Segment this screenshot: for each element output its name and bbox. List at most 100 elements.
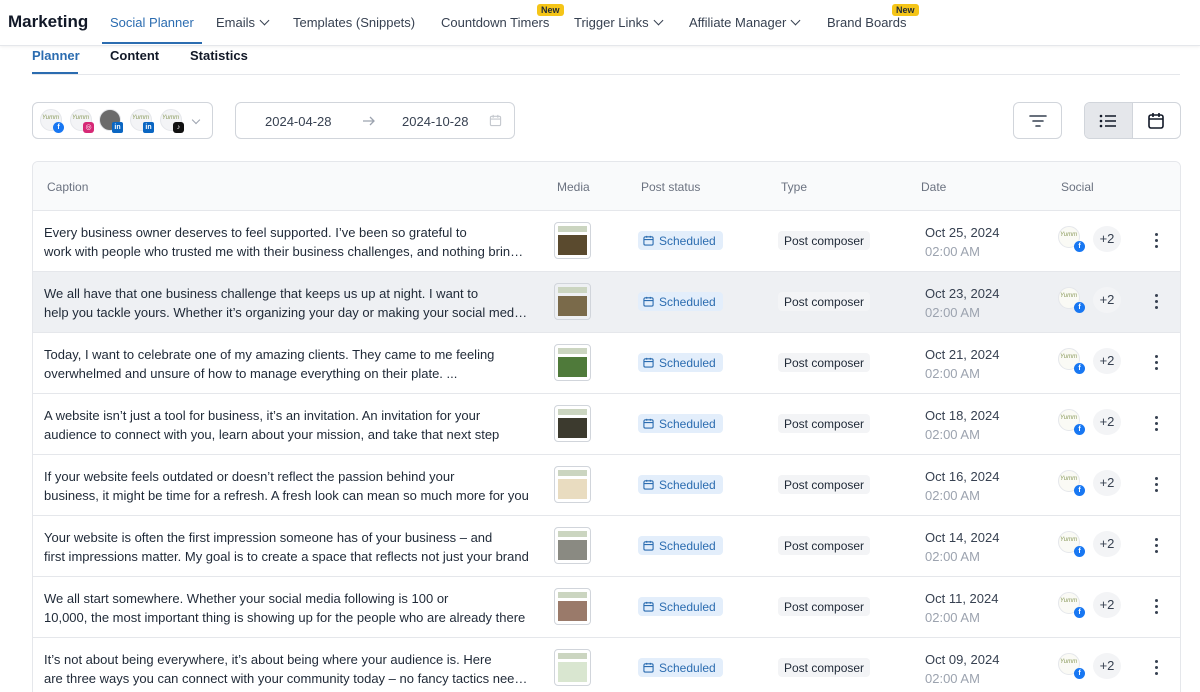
table-row[interactable]: A website isn’t just a tool for business… (33, 394, 1180, 455)
more-accounts-badge[interactable]: +2 (1093, 653, 1121, 679)
media-thumbnail[interactable] (554, 527, 591, 564)
chevron-down-icon (790, 15, 801, 26)
account-avatar: Yumm in (130, 109, 154, 133)
post-date: Oct 14, 2024 02:00 AM (925, 528, 999, 566)
posts-table: Caption Media Post status Type Date Soci… (32, 161, 1181, 692)
more-accounts-badge[interactable]: +2 (1093, 470, 1121, 496)
linkedin-icon: in (112, 122, 123, 133)
media-thumbnail[interactable] (554, 283, 591, 320)
facebook-icon: f (1074, 363, 1085, 374)
view-toggle (1084, 102, 1181, 139)
table-row[interactable]: We all start somewhere. Whether your soc… (33, 577, 1180, 638)
type-badge: Post composer (778, 536, 871, 555)
thumbnail-header (558, 592, 587, 598)
type-badge: Post composer (778, 414, 871, 433)
more-accounts-badge[interactable]: +2 (1093, 348, 1121, 374)
caption-line: overwhelmed and unsure of how to manage … (44, 366, 458, 381)
account-picker[interactable]: Yumm f Yumm ◎ in Yumm in Yumm ♪ (32, 102, 213, 139)
nav-trigger-links[interactable]: Trigger Links (574, 15, 664, 30)
calendar-view-button[interactable] (1133, 103, 1181, 138)
table-row[interactable]: It’s not about being everywhere, it’s ab… (33, 638, 1180, 692)
time-value: 02:00 AM (925, 610, 980, 625)
calendar-icon (643, 357, 654, 368)
nav-emails[interactable]: Emails (216, 15, 270, 30)
status-badge: Scheduled (638, 658, 723, 677)
facebook-icon: f (1074, 241, 1085, 252)
status-label: Scheduled (659, 660, 716, 675)
account-avatar: Yumm f (1058, 348, 1085, 374)
calendar-icon (1148, 112, 1165, 129)
list-view-button[interactable] (1085, 103, 1133, 138)
nav-affiliate-manager[interactable]: Affiliate Manager (689, 15, 801, 30)
status-label: Scheduled (659, 599, 716, 614)
type-badge: Post composer (778, 658, 871, 677)
status-badge: Scheduled (638, 414, 723, 433)
table-row[interactable]: We all have that one business challenge … (33, 272, 1180, 333)
more-options-icon[interactable] (1151, 475, 1163, 495)
date-value: Oct 16, 2024 (925, 469, 1000, 484)
column-header: Social (1061, 180, 1094, 194)
thumbnail-header (558, 226, 587, 232)
more-accounts-badge[interactable]: +2 (1093, 592, 1121, 618)
time-value: 02:00 AM (925, 305, 980, 320)
table-row[interactable]: If your website feels outdated or doesn’… (33, 455, 1180, 516)
table-row[interactable]: Today, I want to celebrate one of my ama… (33, 333, 1180, 394)
table-row[interactable]: Your website is often the first impressi… (33, 516, 1180, 577)
post-date: Oct 11, 2024 02:00 AM (925, 589, 998, 627)
media-thumbnail[interactable] (554, 649, 591, 686)
media-thumbnail[interactable] (554, 588, 591, 625)
more-options-icon[interactable] (1151, 597, 1163, 617)
filter-button[interactable] (1013, 102, 1062, 139)
tab-content[interactable]: Content (110, 48, 159, 63)
thumbnail-header (558, 653, 587, 659)
date-range-picker[interactable]: 2024-04-28 2024-10-28 (235, 102, 515, 139)
more-options-icon[interactable] (1151, 353, 1163, 373)
post-caption: Every business owner deserves to feel su… (44, 223, 530, 261)
caption-line: If your website feels outdated or doesn’… (44, 469, 455, 484)
instagram-icon: ◎ (83, 122, 94, 133)
tab-planner[interactable]: Planner (32, 48, 80, 63)
nav-label: Countdown Timers (441, 15, 550, 30)
caption-line: Today, I want to celebrate one of my ama… (44, 347, 495, 362)
calendar-icon (489, 114, 502, 127)
list-icon (1099, 114, 1117, 127)
table-row[interactable]: Every business owner deserves to feel su… (33, 211, 1180, 272)
tab-statistics[interactable]: Statistics (190, 48, 248, 63)
account-avatar: Yumm ♪ (160, 109, 184, 133)
nav-templates[interactable]: Templates (Snippets) (293, 15, 415, 30)
post-caption: We all start somewhere. Whether your soc… (44, 589, 530, 627)
thumbnail-header (558, 531, 587, 537)
media-thumbnail[interactable] (554, 222, 591, 259)
more-options-icon[interactable] (1151, 536, 1163, 556)
more-options-icon[interactable] (1151, 292, 1163, 312)
nav-social-planner[interactable]: Social Planner (110, 15, 194, 30)
more-options-icon[interactable] (1151, 658, 1163, 678)
facebook-icon: f (1074, 546, 1085, 557)
status-label: Scheduled (659, 233, 716, 248)
media-thumbnail[interactable] (554, 405, 591, 442)
post-date: Oct 23, 2024 02:00 AM (925, 284, 999, 322)
nav-countdown-timers[interactable]: Countdown Timers (441, 15, 549, 30)
more-accounts-badge[interactable]: +2 (1093, 226, 1121, 252)
nav-brand-boards[interactable]: Brand Boards (827, 15, 907, 30)
more-options-icon[interactable] (1151, 231, 1163, 251)
media-thumbnail[interactable] (554, 466, 591, 503)
date-start[interactable]: 2024-04-28 (265, 114, 332, 129)
caption-line: first impressions matter. My goal is to … (44, 549, 529, 564)
media-thumbnail[interactable] (554, 344, 591, 381)
thumbnail-image (558, 418, 587, 438)
time-value: 02:00 AM (925, 244, 980, 259)
account-avatar: Yumm f (1058, 531, 1085, 557)
more-accounts-badge[interactable]: +2 (1093, 287, 1121, 313)
type-badge: Post composer (778, 597, 871, 616)
account-avatar: Yumm f (40, 109, 64, 133)
column-header: Date (921, 180, 947, 194)
more-accounts-badge[interactable]: +2 (1093, 409, 1121, 435)
calendar-icon (643, 418, 654, 429)
date-end[interactable]: 2024-10-28 (402, 114, 469, 129)
thumbnail-header (558, 348, 587, 354)
more-accounts-badge[interactable]: +2 (1093, 531, 1121, 557)
app-title: Marketing (8, 12, 89, 31)
more-options-icon[interactable] (1151, 414, 1163, 434)
calendar-icon (643, 296, 654, 307)
